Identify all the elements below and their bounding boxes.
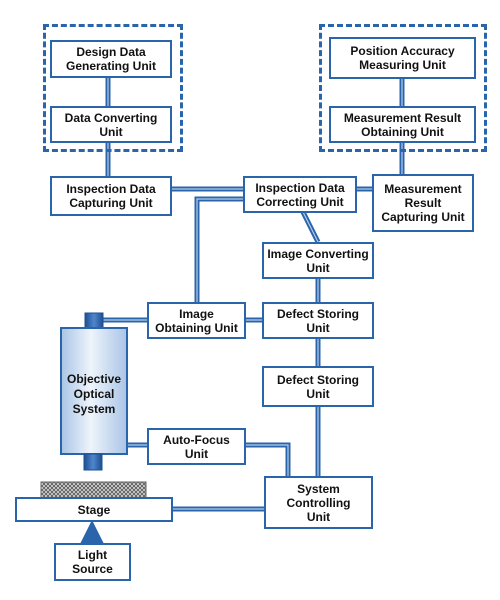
connector-autofocus-to-system bbox=[245, 442, 291, 476]
defect-storing-unit-1: Defect Storing Unit bbox=[262, 302, 374, 339]
objective-optical-system-label: Objective Optical System bbox=[66, 372, 122, 416]
measurement-result-obtaining-unit: Measurement Result Obtaining Unit bbox=[329, 106, 476, 143]
light-source: Light Source bbox=[54, 543, 131, 581]
system-controlling-unit: System Controlling Unit bbox=[264, 476, 373, 529]
data-converting-unit: Data Converting Unit bbox=[50, 106, 172, 143]
image-converting-unit: Image Converting Unit bbox=[262, 242, 374, 279]
design-data-generating-unit: Design Data Generating Unit bbox=[50, 40, 172, 78]
sample-wafer bbox=[40, 481, 147, 499]
inspection-data-capturing-unit: Inspection Data Capturing Unit bbox=[50, 176, 172, 216]
auto-focus-unit: Auto-Focus Unit bbox=[147, 428, 246, 465]
defect-storing-unit-2: Defect Storing Unit bbox=[262, 366, 374, 407]
image-obtaining-unit: Image Obtaining Unit bbox=[147, 302, 246, 339]
inspection-data-correcting-unit: Inspection Data Correcting Unit bbox=[243, 176, 357, 213]
stage: Stage bbox=[15, 497, 173, 522]
position-accuracy-measuring-unit: Position Accuracy Measuring Unit bbox=[329, 37, 476, 79]
connector-correcting-to-image-obtaining bbox=[194, 196, 244, 302]
measurement-result-capturing-unit: Measurement Result Capturing Unit bbox=[372, 174, 474, 232]
